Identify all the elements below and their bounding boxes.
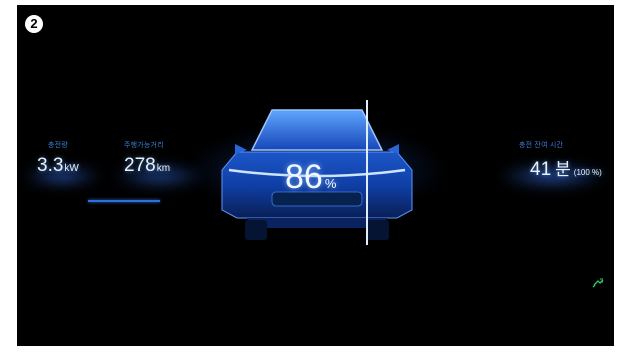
charge-amount-unit: kW [64,163,79,174]
remaining-time-unit: 분 [555,160,571,179]
battery-percentage-number: 86 [285,158,323,196]
charge-amount-value: 3.3kW [37,155,79,177]
remaining-time-number: 41 [530,159,552,180]
driving-range-number: 278 [124,155,156,176]
driving-range-label: 주행가능거리 [124,142,164,149]
remaining-time-label: 충전 잔여 시간 [519,142,564,149]
battery-percentage: 86% [285,158,336,197]
charging-plug-icon [592,278,604,288]
step-number-badge: 2 [25,15,43,33]
driving-range-unit: km [156,163,171,174]
charge-amount-label: 충전량 [48,142,68,149]
driving-range-value: 278km [124,155,170,177]
remaining-time-value: 41 분 (100 %) [530,155,602,181]
charge-progress-bar [88,200,160,202]
charging-display: 2 충전량 3.3kW 주행가능거리 278km 86% 충전 잔여 시간 41… [17,5,614,346]
battery-percentage-unit: % [324,176,337,191]
charge-amount-number: 3.3 [37,155,64,176]
remaining-time-extra: (100 %) [573,168,602,177]
